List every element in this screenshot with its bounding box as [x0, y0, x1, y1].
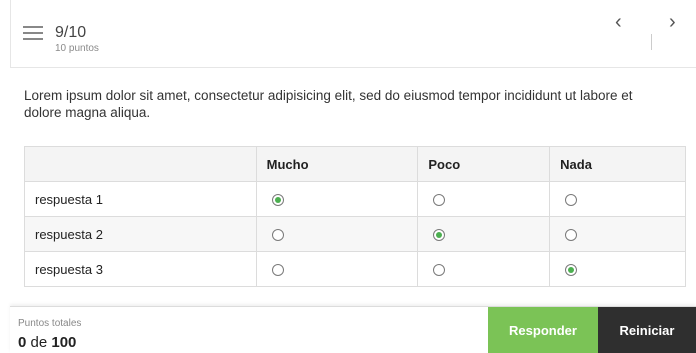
responder-button[interactable]: Responder	[488, 307, 598, 353]
grid-header-nada: Nada	[549, 146, 686, 182]
answer-grid: Mucho Poco Nada respuesta 1 respuesta 2 …	[24, 146, 686, 287]
score-value: 0	[18, 334, 27, 351]
row-label: respuesta 1	[24, 181, 257, 217]
grid-header-empty	[24, 146, 257, 182]
question-text: Lorem ipsum dolor sit amet, consectetur …	[24, 88, 633, 120]
grid-header-poco: Poco	[417, 146, 551, 182]
row-label: respuesta 2	[24, 216, 257, 252]
score-of: de	[30, 334, 48, 351]
grid-header-mucho: Mucho	[255, 146, 419, 182]
reiniciar-button[interactable]: Reiniciar	[598, 307, 696, 353]
chevron-right-icon[interactable]: ›	[669, 12, 676, 32]
nav-divider	[651, 34, 652, 50]
row-label: respuesta 3	[24, 251, 257, 287]
radio-r1-poco[interactable]	[433, 194, 446, 207]
radio-r3-mucho[interactable]	[271, 264, 284, 277]
quiz-footer: Puntos totales 0 de 100 Responder Reinic…	[10, 306, 696, 353]
total-points-label: Puntos totales	[18, 318, 82, 329]
table-row: respuesta 1	[24, 181, 686, 217]
table-row: respuesta 2	[24, 216, 686, 252]
radio-r1-mucho[interactable]	[271, 194, 284, 207]
menu-icon[interactable]	[23, 26, 43, 40]
quiz-header: 9/10 10 puntos ‹ ›	[10, 0, 696, 68]
radio-r3-poco[interactable]	[433, 264, 446, 277]
radio-r3-nada[interactable]	[565, 264, 578, 277]
question-counter: 9/10	[55, 24, 87, 41]
radio-r2-mucho[interactable]	[271, 229, 284, 242]
score-max: 100	[51, 334, 77, 351]
radio-r2-nada[interactable]	[565, 229, 578, 242]
total-score: 0 de 100	[18, 334, 76, 351]
radio-r1-nada[interactable]	[565, 194, 578, 207]
chevron-left-icon[interactable]: ‹	[615, 12, 622, 32]
radio-r2-poco[interactable]	[433, 229, 446, 242]
grid-header-row: Mucho Poco Nada	[24, 146, 686, 182]
table-row: respuesta 3	[24, 251, 686, 287]
question-points: 10 puntos	[55, 43, 99, 54]
